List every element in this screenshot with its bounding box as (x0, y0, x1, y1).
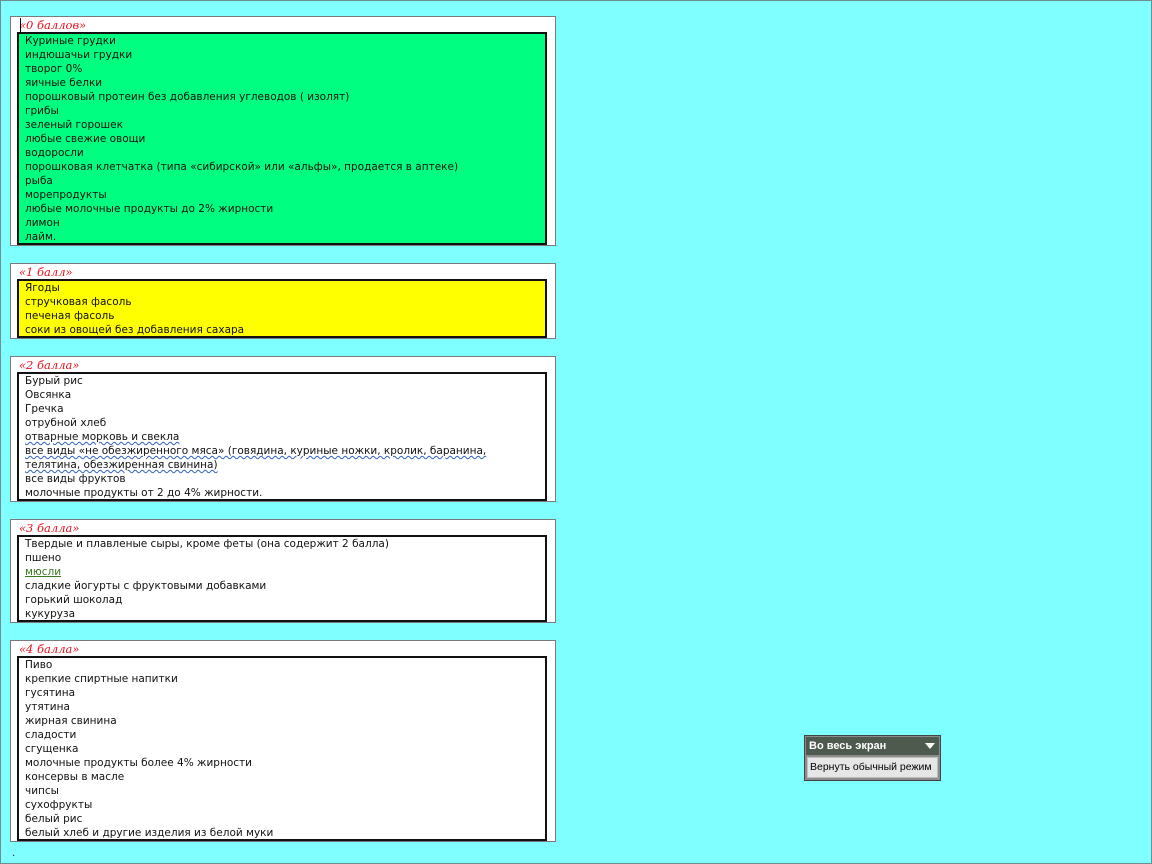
section-header: «3 балла» (10, 519, 556, 536)
section-header: «4 балла» (10, 640, 556, 657)
list-item-text: отварные морковь и свекла (25, 431, 180, 443)
list-item: отрубной хлеб (25, 417, 107, 429)
section-header: «1 балл» (10, 263, 556, 280)
list-item: утятина (25, 701, 70, 713)
section-title: «3 балла» (19, 521, 80, 535)
list-item: сухофрукты (25, 799, 93, 811)
list-item: лимон (25, 217, 60, 229)
section-title: «1 балл» (19, 265, 73, 279)
list-item: лайм. (25, 231, 57, 243)
section-header: «0 баллов» (10, 16, 556, 33)
list-item: соки из овощей без добавления сахара (25, 324, 245, 336)
list-item: отварные морковь и свекла (25, 430, 545, 444)
item-list: Пиво крепкие спиртные напитки гусятина у… (19, 658, 545, 840)
list-item: телятина, обезжиренная свинина) (25, 458, 545, 472)
list-item-text: телятина, обезжиренная свинина) (25, 459, 218, 471)
list-item: жирная свинина (25, 715, 117, 727)
list-item: стручковая фасоль (25, 296, 132, 308)
list-item: белый рис (25, 813, 83, 825)
list-item: любые свежие овощи (25, 133, 146, 145)
list-item: сгущенка (25, 743, 79, 755)
list-item: яичные белки (25, 77, 103, 89)
list-item: все виды «не обезжиренного мяса» (говяди… (25, 444, 545, 458)
list-item: рыба (25, 175, 53, 187)
list-item: гусятина (25, 687, 76, 699)
list-item: индюшачьи грудки (25, 49, 133, 61)
list-item: грибы (25, 105, 59, 117)
list-item: Куриные грудки (25, 35, 116, 47)
list-item: печеная фасоль (25, 310, 115, 322)
items-box[interactable]: Пиво крепкие спиртные напитки гусятина у… (17, 656, 547, 841)
list-item: водоросли (25, 147, 84, 159)
toolbar-title: Во весь экран (809, 740, 887, 752)
list-item: молочные продукты от 2 до 4% жирности. (25, 487, 263, 499)
toolbar-title-bar[interactable]: Во весь экран (806, 737, 939, 755)
item-list: Куриные грудки индюшачьи грудки творог 0… (19, 34, 545, 244)
list-item-text: порошковый протеин без добавления углево… (25, 91, 350, 103)
list-item: Пиво (25, 659, 53, 671)
list-item: порошковая клетчатка (типа «сибирской» и… (25, 161, 459, 173)
section-title: «2 балла» (19, 358, 80, 372)
items-box[interactable]: Твердые и плавленые сыры, кроме феты (он… (17, 535, 547, 622)
section-title: «0 баллов» (19, 18, 87, 32)
list-item: белый хлеб и другие изделия из белой мук… (25, 827, 274, 839)
dropdown-arrow-icon[interactable] (925, 743, 935, 749)
text-cursor (20, 18, 21, 32)
end-mark: . (12, 848, 16, 859)
list-item-text: все виды «не обезжиренного мяса» (говяди… (25, 445, 487, 457)
item-list: Бурый рис Овсянка Гречка отрубной хлеб о… (19, 374, 545, 500)
list-item: Гречка (25, 403, 64, 415)
items-box[interactable]: Ягоды стручковая фасоль печеная фасоль с… (17, 279, 547, 338)
list-item: Бурый рис (25, 375, 83, 387)
list-item: все виды фруктов (25, 473, 126, 485)
list-item: зеленый горошек (25, 119, 123, 131)
items-box[interactable]: Бурый рис Овсянка Гречка отрубной хлеб о… (17, 372, 547, 501)
fullscreen-toolbar[interactable]: Во весь экран Вернуть обычный режим (804, 735, 941, 781)
list-item: сладкие йогурты с фруктовыми добавками (25, 580, 267, 592)
list-item: морепродукты (25, 189, 107, 201)
list-item: Овсянка (25, 389, 72, 401)
item-list: Твердые и плавленые сыры, кроме феты (он… (19, 537, 545, 621)
list-item: консервы в масле (25, 771, 125, 783)
list-item: мюсли (25, 565, 545, 579)
list-item: Твердые и плавленые сыры, кроме феты (он… (25, 538, 389, 550)
list-item: крепкие спиртные напитки (25, 673, 178, 685)
section-header: «2 балла» (10, 356, 556, 373)
list-item: творог 0% (25, 63, 83, 75)
list-item: любые молочные продукты до 2% жирности (25, 203, 274, 215)
list-item: горький шоколад (25, 594, 123, 606)
list-item: сладости (25, 729, 77, 741)
list-item-text: мюсли (25, 566, 62, 578)
list-item: Ягоды (25, 282, 60, 294)
list-item: порошковый протеин без добавления углево… (25, 90, 545, 104)
section-title: «4 балла» (19, 642, 80, 656)
list-item: молочные продукты более 4% жирности (25, 757, 252, 769)
item-list: Ягоды стручковая фасоль печеная фасоль с… (19, 281, 545, 337)
restore-normal-view-button[interactable]: Вернуть обычный режим (807, 757, 938, 778)
list-item: пшено (25, 552, 62, 564)
list-item: кукуруза (25, 608, 76, 620)
list-item: чипсы (25, 785, 59, 797)
items-box[interactable]: Куриные грудки индюшачьи грудки творог 0… (17, 32, 547, 245)
